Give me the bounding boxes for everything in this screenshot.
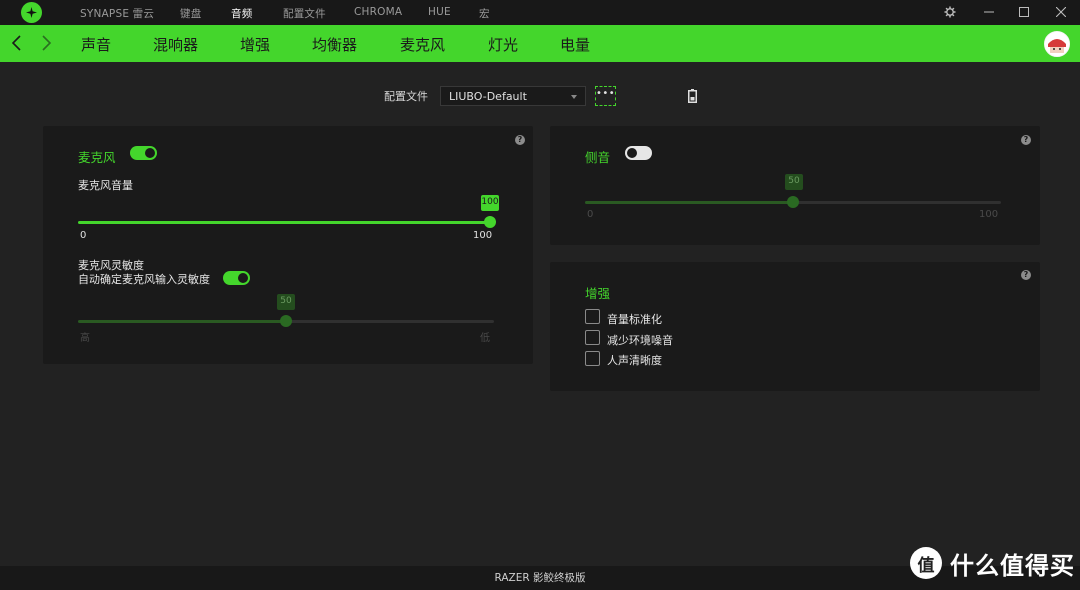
mic-volume-bubble: 100 <box>481 195 499 211</box>
battery-icon <box>688 88 697 107</box>
watermark-logo: 值 <box>910 547 942 579</box>
profile-label: 配置文件 <box>384 90 428 103</box>
help-icon[interactable]: ? <box>1021 135 1031 145</box>
top-nav-audio[interactable]: 音频 <box>231 6 252 21</box>
top-nav-macro[interactable]: 宏 <box>479 6 490 21</box>
audio-sub-nav: 声音 混响器 增强 均衡器 麦克风 灯光 电量 <box>0 25 1080 62</box>
top-nav-chroma[interactable]: CHROMA <box>354 6 402 18</box>
sidetone-thumb <box>787 196 799 208</box>
sidetone-panel: ? 侧音 50 0 100 <box>550 126 1040 245</box>
profile-more-button[interactable]: ••• <box>595 86 616 106</box>
tab-equalizer[interactable]: 均衡器 <box>312 34 357 55</box>
mic-volume-label: 麦克风音量 <box>78 179 133 192</box>
mic-volume-min: 0 <box>80 230 87 241</box>
top-nav-keyboard[interactable]: 键盘 <box>180 6 201 21</box>
sensitivity-track <box>286 320 494 323</box>
sensitivity-high-label: 低 <box>480 333 490 344</box>
watermark-text: 什么值得买 <box>950 551 1075 580</box>
profile-dropdown[interactable]: LIUBO-Default <box>440 86 586 106</box>
tab-enhancement[interactable]: 增强 <box>240 34 270 55</box>
sensitivity-low-label: 高 <box>80 333 90 344</box>
toggle-knob <box>145 148 155 158</box>
help-icon[interactable]: ? <box>515 135 525 145</box>
toggle-knob <box>238 273 248 283</box>
help-icon[interactable]: ? <box>1021 270 1031 280</box>
mic-volume-thumb[interactable] <box>484 216 496 228</box>
volume-normalization-label: 音量标准化 <box>607 313 662 326</box>
top-nav-profiles[interactable]: 配置文件 <box>283 6 326 21</box>
tab-mic[interactable]: 麦克风 <box>400 34 445 55</box>
sensitivity-bubble: 50 <box>277 294 295 310</box>
back-arrow-icon[interactable] <box>7 33 27 53</box>
tab-mixer[interactable]: 混响器 <box>153 34 198 55</box>
sidetone-track-filled <box>585 201 793 204</box>
checkbox-volume-normalization[interactable] <box>585 309 600 324</box>
forward-arrow-icon[interactable] <box>36 33 56 53</box>
sidetone-track <box>793 201 1001 204</box>
mic-title: 麦克风 <box>78 150 116 165</box>
watermark: 值 什么值得买 <box>910 546 1075 580</box>
top-nav-hue[interactable]: HUE <box>428 6 451 18</box>
top-nav-synapse[interactable]: SYNAPSE 雷云 <box>80 6 154 21</box>
toggle-knob <box>627 148 637 158</box>
tab-sound[interactable]: 声音 <box>81 34 111 55</box>
enhancement-title: 增强 <box>585 286 611 301</box>
tab-power[interactable]: 电量 <box>560 34 590 55</box>
profile-dropdown-value: LIUBO-Default <box>449 90 527 103</box>
mic-panel: ? 麦克风 麦克风音量 100 0 100 麦克风灵敏度 自动确定麦克风输入灵敏… <box>43 126 533 364</box>
checkbox-ambient-noise-reduction[interactable] <box>585 330 600 345</box>
sensitivity-track-filled <box>78 320 286 323</box>
voice-clarity-label: 人声清晰度 <box>607 354 662 367</box>
settings-gear-icon[interactable] <box>942 4 958 20</box>
minimize-icon[interactable] <box>981 4 997 20</box>
sidetone-toggle[interactable] <box>625 146 652 160</box>
checkbox-voice-clarity[interactable] <box>585 351 600 366</box>
mic-volume-track[interactable] <box>78 221 490 224</box>
title-bar: SYNAPSE 雷云 键盘 音频 配置文件 CHROMA HUE 宏 <box>0 0 1080 25</box>
sidetone-min: 0 <box>587 209 594 220</box>
watermark-logo-text: 值 <box>917 555 935 576</box>
chevron-down-icon <box>571 95 577 99</box>
close-icon[interactable] <box>1053 4 1069 20</box>
tab-lighting[interactable]: 灯光 <box>488 34 518 55</box>
mic-volume-max: 100 <box>473 230 493 241</box>
user-avatar[interactable] <box>1044 31 1070 57</box>
sidetone-bubble: 50 <box>785 174 803 190</box>
mic-toggle[interactable] <box>130 146 157 160</box>
enhancement-panel: ? 增强 音量标准化 减少环境噪音 人声清晰度 <box>550 262 1040 391</box>
razer-logo-icon[interactable] <box>21 2 42 23</box>
sidetone-title: 侧音 <box>585 150 611 165</box>
ambient-noise-reduction-label: 减少环境噪音 <box>607 334 673 347</box>
auto-sensitivity-toggle[interactable] <box>223 271 250 285</box>
maximize-icon[interactable] <box>1016 4 1032 20</box>
sidetone-max: 100 <box>979 209 999 220</box>
auto-sensitivity-label: 自动确定麦克风输入灵敏度 <box>78 273 210 286</box>
sensitivity-thumb <box>280 315 292 327</box>
